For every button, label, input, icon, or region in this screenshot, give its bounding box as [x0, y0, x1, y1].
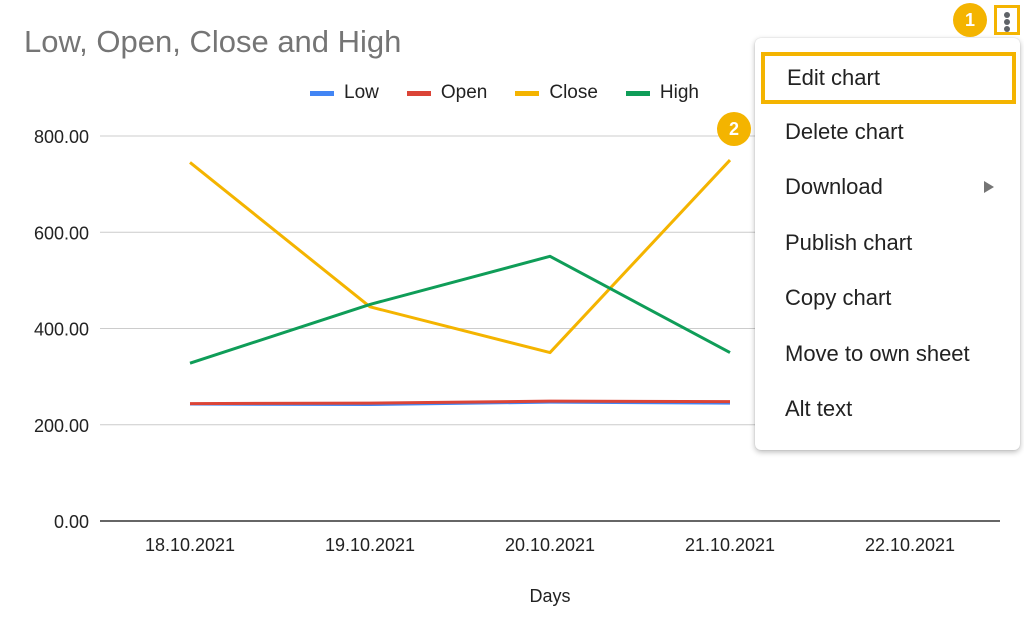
menu-item-move-to-own-sheet[interactable]: Move to own sheet — [755, 329, 1020, 379]
chart-context-menu: Edit chart Delete chart Download Publish… — [755, 38, 1020, 450]
menu-item-edit-chart-label: Edit chart — [787, 65, 880, 90]
legend-item-high[interactable]: High — [625, 82, 699, 104]
legend-swatch-open — [406, 90, 431, 96]
series-layer — [189, 159, 732, 407]
legend-label-high: High — [659, 82, 699, 103]
x-tick-label: 19.10.2021 — [325, 535, 415, 555]
kebab-dot-icon — [1004, 19, 1010, 25]
legend-swatch-low — [310, 90, 334, 96]
submenu-arrow-icon — [984, 181, 994, 193]
menu-item-alt-text[interactable]: Alt text — [755, 384, 1020, 434]
series-line-high[interactable] — [189, 254, 731, 365]
step-badge-2: 2 — [717, 112, 751, 146]
menu-item-download[interactable]: Download — [755, 162, 1020, 212]
menu-item-alt-text-label: Alt text — [785, 396, 853, 421]
menu-item-copy-chart-label: Copy chart — [785, 285, 892, 310]
menu-item-publish-chart[interactable]: Publish chart — [755, 218, 1020, 268]
kebab-dot-icon — [1004, 26, 1010, 32]
menu-item-delete-chart-label: Delete chart — [785, 119, 904, 144]
menu-item-copy-chart[interactable]: Copy chart — [755, 273, 1020, 323]
menu-item-publish-chart-label: Publish chart — [785, 230, 913, 255]
y-tick-label: 200.00 — [34, 416, 89, 436]
y-tick-label: 600.00 — [34, 223, 89, 243]
menu-item-download-label: Download — [785, 174, 883, 199]
chart-legend: Low Open Close High — [310, 82, 699, 104]
x-tick-label: 18.10.2021 — [145, 535, 235, 555]
legend-item-close[interactable]: Close — [515, 82, 598, 104]
legend-item-open[interactable]: Open — [406, 82, 488, 104]
kebab-dot-icon — [1004, 12, 1010, 18]
chart-more-options-button[interactable] — [994, 5, 1020, 35]
legend-swatch-high — [625, 90, 650, 96]
chart-title: Low, Open, Close and High — [24, 24, 402, 59]
x-axis-title: Days — [529, 586, 570, 606]
legend-label-open: Open — [440, 82, 488, 103]
legend-item-low[interactable]: Low — [310, 82, 379, 104]
x-tick-label: 22.10.2021 — [865, 535, 955, 555]
menu-item-delete-chart[interactable]: Delete chart — [755, 107, 1020, 157]
menu-item-move-to-own-sheet-label: Move to own sheet — [785, 341, 970, 366]
y-tick-label: 0.00 — [54, 512, 89, 532]
series-line-close[interactable] — [189, 159, 732, 355]
y-tick-label: 800.00 — [34, 127, 89, 147]
x-tick-label: 21.10.2021 — [685, 535, 775, 555]
menu-item-edit-chart[interactable]: Edit chart — [761, 52, 1016, 104]
y-tick-label: 400.00 — [34, 320, 89, 340]
legend-label-low: Low — [344, 82, 379, 103]
legend-swatch-close — [515, 90, 540, 96]
step-badge-1: 1 — [953, 3, 987, 37]
x-tick-label: 20.10.2021 — [505, 535, 595, 555]
legend-label-close: Close — [549, 82, 598, 103]
